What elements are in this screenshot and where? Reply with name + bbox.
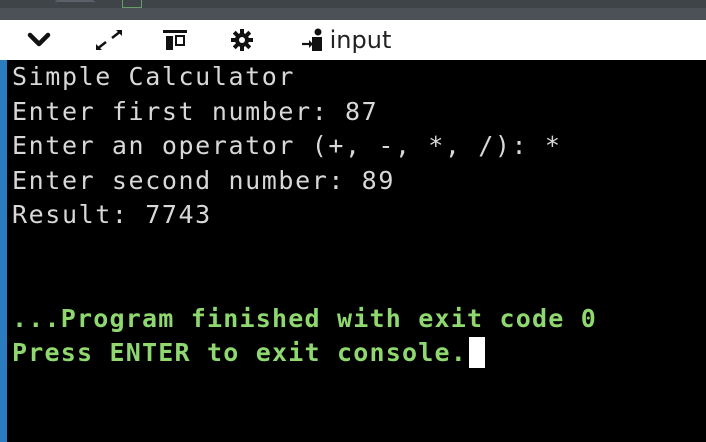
- console-line: Result: 7743: [12, 200, 212, 229]
- expand-button[interactable]: [92, 20, 126, 60]
- console-output[interactable]: Simple Calculator Enter first number: 87…: [12, 60, 702, 442]
- input-icon: [301, 28, 322, 51]
- console-toolbar: input: [0, 20, 706, 60]
- input-button[interactable]: input: [296, 20, 396, 60]
- console-line: Simple Calculator: [12, 62, 296, 91]
- settings-button[interactable]: [226, 20, 258, 60]
- chevron-down-icon: [27, 32, 51, 47]
- text-cursor: [469, 337, 486, 368]
- console-line: Enter second number: 89: [12, 165, 395, 195]
- console-frame-accent: [0, 20, 7, 442]
- panel-layout-icon: [163, 30, 187, 50]
- background-tab-marker: [122, 0, 142, 8]
- input-button-label: input: [329, 26, 392, 54]
- collapse-button[interactable]: [22, 20, 56, 60]
- window-tab-bar: [0, 8, 706, 20]
- window-top-strip: [0, 0, 706, 20]
- press-enter-line: Press ENTER to exit console.: [12, 336, 702, 371]
- gear-icon: [231, 29, 253, 51]
- press-enter-message: Press ENTER to exit console.: [12, 338, 468, 367]
- background-tab: [55, 0, 95, 8]
- console-line: Enter an operator (+, -, *, /): *: [12, 131, 562, 160]
- layout-button[interactable]: [159, 20, 191, 60]
- expand-icon: [96, 30, 122, 50]
- exit-code-message: ...Program finished with exit code 0: [12, 303, 598, 333]
- console-line: Enter first number: 87: [12, 96, 379, 126]
